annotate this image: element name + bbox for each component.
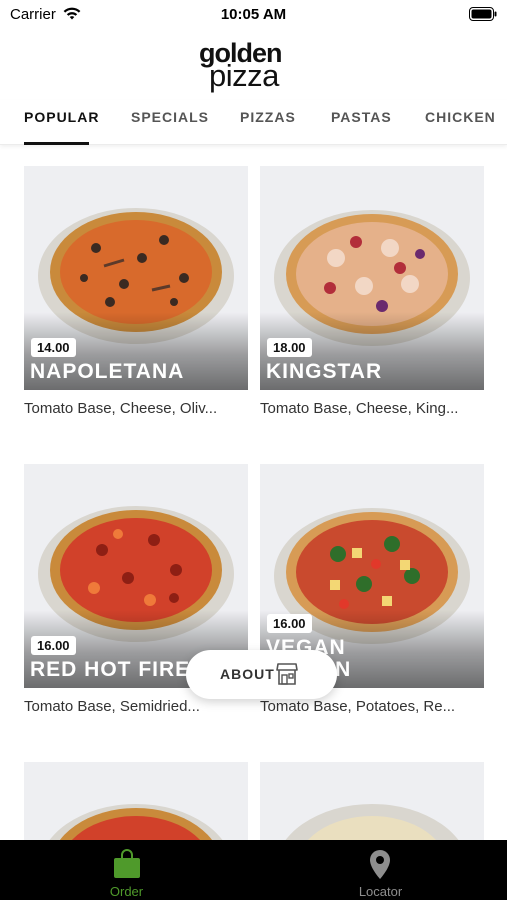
nav-order[interactable]: Order — [0, 840, 253, 900]
tab-specials[interactable]: SPECIALS — [131, 109, 209, 125]
price-badge: 18.00 — [267, 338, 312, 357]
active-tab-indicator — [24, 142, 89, 145]
store-icon — [276, 662, 298, 691]
brand-logo-line2: pizza — [209, 58, 280, 93]
location-pin-icon — [368, 849, 392, 886]
nav-locator[interactable]: Locator — [254, 840, 507, 900]
price-badge: 16.00 — [31, 636, 76, 655]
product-description: Tomato Base, Cheese, Oliv... — [24, 400, 218, 417]
product-name: KINGSTAR — [266, 360, 383, 383]
product-image[interactable]: 18.00 KINGSTAR — [260, 166, 484, 390]
product-card-kingstar[interactable]: 18.00 KINGSTAR Tomato Base, Cheese, King… — [260, 166, 484, 417]
product-image[interactable]: 14.00 NAPOLETANA — [24, 166, 248, 390]
pasta-image — [285, 804, 459, 840]
price-badge: 16.00 — [267, 614, 312, 633]
price-badge: 14.00 — [31, 338, 76, 357]
product-description: Tomato Base, Semidried... — [24, 698, 200, 715]
product-image[interactable] — [24, 762, 248, 840]
status-bar: Carrier 10:05 AM — [0, 0, 507, 28]
product-description: Tomato Base, Cheese, King... — [260, 400, 459, 417]
shopping-bag-icon — [113, 849, 141, 884]
product-description: Tomato Base, Potatoes, Re... — [260, 698, 456, 715]
tab-pastas[interactable]: PASTAS — [331, 109, 392, 125]
product-name: RED HOT FIRE — [30, 658, 191, 681]
about-label: ABOUT — [220, 666, 275, 682]
tab-pizzas[interactable]: PIZZAS — [240, 109, 296, 125]
tab-popular[interactable]: POPULAR — [24, 109, 99, 125]
about-button[interactable]: ABOUT — [186, 650, 337, 699]
product-image[interactable] — [260, 762, 484, 840]
bottom-navigation: Order Locator — [0, 840, 507, 900]
product-card-partial[interactable] — [260, 762, 484, 840]
battery-icon — [469, 7, 497, 26]
product-card-napoletana[interactable]: 14.00 NAPOLETANA Tomato Base, Cheese, Ol… — [24, 166, 248, 417]
nav-order-label: Order — [109, 884, 144, 899]
brand-logo: golden pizza — [195, 36, 313, 96]
category-tabs: POPULAR SPECIALS PIZZAS PASTAS CHICKEN — [0, 100, 507, 145]
clock: 10:05 AM — [220, 6, 287, 23]
pizza-image — [49, 804, 223, 840]
nav-locator-label: Locator — [358, 884, 403, 899]
product-name: NAPOLETANA — [30, 360, 185, 383]
product-card-partial[interactable] — [24, 762, 248, 840]
tab-chicken[interactable]: CHICKEN — [425, 109, 496, 125]
